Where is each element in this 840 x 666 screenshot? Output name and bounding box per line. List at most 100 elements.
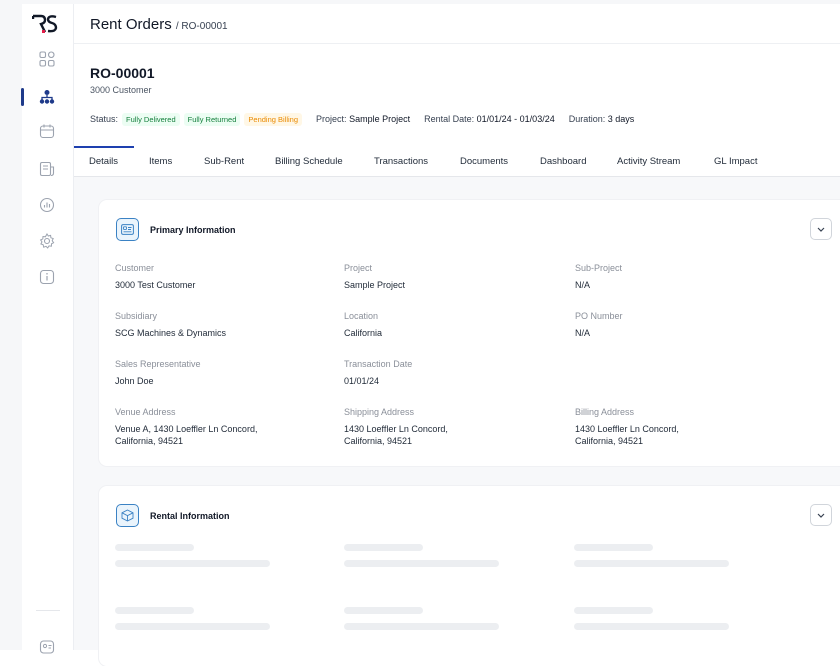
id-card-icon [116, 218, 139, 241]
field-venue-address: Venue Address Venue A, 1430 Loeffler Ln … [115, 407, 315, 447]
field-value: N/A [575, 328, 591, 338]
field-sales-representative: Sales Representative John Doe [115, 359, 315, 387]
field-label: Subsidiary [115, 311, 158, 321]
document-icon[interactable] [38, 160, 56, 178]
duration-meta: Duration: 3 days [569, 114, 635, 124]
chart-icon[interactable] [38, 196, 56, 214]
content-area: Primary Information Customer 3000 Test C… [74, 177, 840, 666]
sidebar [21, 4, 74, 654]
tab-items[interactable]: Items [149, 156, 172, 167]
primary-collapse-button[interactable] [810, 218, 832, 240]
rental-information-title: Rental Information [150, 511, 230, 521]
rs-logo[interactable] [32, 14, 58, 34]
field-value: California [344, 328, 383, 338]
field-location: Location California [344, 311, 544, 339]
field-value-line2: California, 94521 [115, 436, 184, 446]
primary-information-title: Primary Information [150, 225, 236, 235]
loading-skeleton [344, 623, 499, 630]
field-shipping-address: Shipping Address 1430 Loeffler Ln Concor… [344, 407, 544, 447]
page-title: Rent Orders / RO-00001 [90, 16, 228, 33]
breadcrumb[interactable]: / RO-00001 [176, 21, 228, 32]
duration-value: 3 days [607, 114, 635, 124]
status-badge-pending-billing: Pending Billing [244, 112, 303, 126]
loading-skeleton [115, 607, 194, 614]
field-subsidiary: Subsidiary SCG Machines & Dynamics [115, 311, 315, 339]
tab-bar: Details Items Sub-Rent Billing Schedule … [74, 146, 840, 177]
field-label: Project [344, 263, 373, 273]
project-label: Project: [316, 114, 347, 124]
hierarchy-icon[interactable] [38, 88, 56, 106]
tab-sub-rent[interactable]: Sub-Rent [204, 156, 244, 167]
field-label: Venue Address [115, 407, 176, 417]
field-value: SCG Machines & Dynamics [115, 328, 227, 338]
field-label: Sub-Project [575, 263, 623, 273]
field-project: Project Sample Project [344, 263, 544, 291]
field-value: 3000 Test Customer [115, 280, 196, 290]
app-frame: Rent Orders / RO-00001 RO-00001 3000 Cus… [0, 0, 840, 666]
status-badge-delivered: Fully Delivered [122, 112, 180, 126]
field-billing-address: Billing Address 1430 Loeffler Ln Concord… [575, 407, 775, 447]
field-sub-project: Sub-Project N/A [575, 263, 775, 291]
top-bar: Rent Orders / RO-00001 [74, 4, 840, 44]
field-label: Transaction Date [344, 359, 413, 369]
project-value: Sample Project [349, 114, 411, 124]
chevron-down-icon [817, 227, 825, 232]
box-icon [116, 504, 139, 527]
user-card-icon[interactable] [38, 638, 56, 656]
tab-billing-schedule[interactable]: Billing Schedule [275, 156, 343, 167]
rental-collapse-button[interactable] [810, 504, 832, 526]
tab-activity-stream[interactable]: Activity Stream [617, 156, 680, 167]
field-value-line1: 1430 Loeffler Ln Concord, [575, 424, 679, 434]
loading-skeleton [115, 623, 270, 630]
duration-label: Duration: [568, 114, 606, 124]
order-id: RO-00001 [90, 65, 155, 81]
rental-date-meta: Rental Date: 01/01/24 - 01/03/24 [424, 114, 555, 124]
status-badge-returned: Fully Returned [183, 112, 241, 126]
loading-skeleton [115, 560, 270, 567]
loading-skeleton [344, 560, 499, 567]
order-customer: 3000 Customer [90, 85, 152, 95]
field-value-line1: Venue A, 1430 Loeffler Ln Concord, [115, 424, 258, 434]
field-value-line2: California, 94521 [344, 436, 413, 446]
field-value-line2: California, 94521 [575, 436, 644, 446]
tab-documents[interactable]: Documents [460, 156, 508, 167]
field-label: Sales Representative [115, 359, 201, 369]
tab-dashboard[interactable]: Dashboard [540, 156, 586, 167]
field-value: N/A [575, 280, 591, 290]
settings-gear-icon[interactable] [38, 232, 56, 250]
status-row: Status: Fully Delivered Fully Returned P… [90, 112, 634, 126]
field-label: PO Number [575, 311, 623, 321]
field-po-number: PO Number N/A [575, 311, 775, 339]
tab-transactions[interactable]: Transactions [374, 156, 428, 167]
project-meta: Project: Sample Project [316, 114, 410, 124]
loading-skeleton [574, 544, 653, 551]
field-customer: Customer 3000 Test Customer [115, 263, 315, 291]
loading-skeleton [574, 623, 729, 630]
rental-date-label: Rental Date: [424, 114, 475, 124]
tab-gl-impact[interactable]: GL Impact [714, 156, 757, 167]
tab-details[interactable]: Details [89, 156, 118, 167]
active-tab-underline [74, 146, 134, 148]
field-value: John Doe [115, 376, 154, 386]
field-value-line1: 1430 Loeffler Ln Concord, [344, 424, 448, 434]
field-label: Shipping Address [344, 407, 415, 417]
field-value: 01/01/24 [344, 376, 380, 386]
field-label: Billing Address [575, 407, 635, 417]
main-panel: Rent Orders / RO-00001 RO-00001 3000 Cus… [74, 4, 840, 666]
loading-skeleton [574, 560, 729, 567]
dashboard-grid-icon[interactable] [38, 50, 56, 68]
field-label: Customer [115, 263, 155, 273]
field-transaction-date: Transaction Date 01/01/24 [344, 359, 544, 387]
calendar-icon[interactable] [38, 122, 56, 140]
primary-information-card: Primary Information Customer 3000 Test C… [99, 200, 840, 466]
status-label: Status: [90, 114, 119, 124]
loading-skeleton [344, 607, 423, 614]
field-label: Location [344, 311, 379, 321]
rental-date-value: 01/01/24 - 01/03/24 [476, 114, 555, 124]
loading-skeleton [344, 544, 423, 551]
sidebar-divider [36, 610, 60, 611]
loading-skeleton [115, 544, 194, 551]
field-value: Sample Project [344, 280, 406, 290]
info-icon[interactable] [38, 268, 56, 286]
nav-active-indicator [21, 88, 24, 106]
